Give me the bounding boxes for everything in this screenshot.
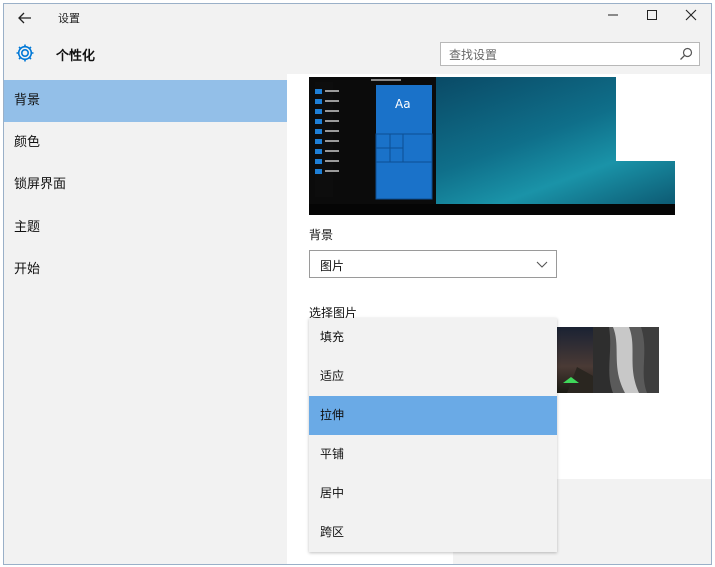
waterfall-rock-image	[593, 327, 659, 393]
taskbar-preview	[309, 204, 675, 215]
window-title: 设置	[58, 12, 80, 25]
minimize-icon	[608, 14, 618, 16]
picture-thumbnail[interactable]	[593, 327, 659, 393]
fit-option-center[interactable]: 居中	[309, 474, 557, 513]
fit-option-fill[interactable]: 填充	[309, 318, 557, 357]
fit-option-label: 拉伸	[320, 408, 345, 422]
search-input[interactable]	[447, 45, 671, 65]
page-header: 个性化	[4, 32, 711, 74]
sidebar-item-label: 背景	[14, 93, 41, 108]
start-menu-preview: Aa	[309, 77, 436, 204]
desktop-preview: Aa	[309, 77, 675, 215]
fit-option-span[interactable]: 跨区	[309, 513, 557, 552]
close-icon	[685, 9, 697, 21]
title-bar: 设置	[4, 4, 711, 32]
search-box[interactable]	[440, 42, 700, 66]
gear-icon	[16, 44, 34, 62]
maximize-icon	[647, 10, 657, 20]
content-pane: Aa 背景 图片 选择图片 填充 适应 拉伸 平铺 居中 跨区	[287, 74, 711, 564]
sidebar-item-label: 开始	[14, 262, 41, 277]
wallpaper-preview	[436, 77, 675, 204]
fit-option-label: 适应	[320, 369, 345, 383]
start-menu-tiles-graphic	[315, 79, 433, 200]
minimize-button[interactable]	[596, 6, 630, 30]
close-button[interactable]	[674, 6, 708, 30]
chevron-down-icon	[536, 261, 548, 268]
background-select-value: 图片	[320, 259, 345, 273]
fit-option-stretch[interactable]: 拉伸	[309, 396, 557, 435]
back-button[interactable]	[14, 7, 36, 29]
maximize-button[interactable]	[635, 6, 669, 30]
sidebar-item-label: 颜色	[14, 135, 41, 150]
sidebar-item-lock-screen[interactable]: 锁屏界面	[4, 164, 287, 206]
fit-option-fit[interactable]: 适应	[309, 357, 557, 396]
sidebar: 背景 颜色 锁屏界面 主题 开始	[4, 74, 287, 564]
sidebar-item-colors[interactable]: 颜色	[4, 122, 287, 164]
page-title: 个性化	[56, 49, 96, 64]
search-icon[interactable]	[679, 47, 693, 61]
fit-option-tile[interactable]: 平铺	[309, 435, 557, 474]
picture-fit-dropdown[interactable]: 填充 适应 拉伸 平铺 居中 跨区	[309, 318, 557, 552]
fit-option-label: 平铺	[320, 447, 345, 461]
sidebar-item-background[interactable]: 背景	[4, 80, 287, 122]
sidebar-item-start[interactable]: 开始	[4, 249, 287, 291]
sidebar-item-themes[interactable]: 主题	[4, 207, 287, 249]
sidebar-item-label: 锁屏界面	[14, 177, 67, 192]
sidebar-item-label: 主题	[14, 220, 41, 235]
fit-option-label: 跨区	[320, 525, 345, 539]
back-arrow-icon	[18, 12, 31, 24]
preview-tile-text: Aa	[395, 97, 411, 111]
background-label: 背景	[309, 228, 334, 242]
fit-option-label: 居中	[320, 486, 345, 500]
background-select[interactable]: 图片	[309, 250, 557, 278]
fit-option-label: 填充	[320, 330, 345, 344]
window-preview	[616, 77, 675, 161]
settings-window: 设置 个性化 背景 颜色 锁屏界面 主题 开始	[3, 3, 712, 565]
